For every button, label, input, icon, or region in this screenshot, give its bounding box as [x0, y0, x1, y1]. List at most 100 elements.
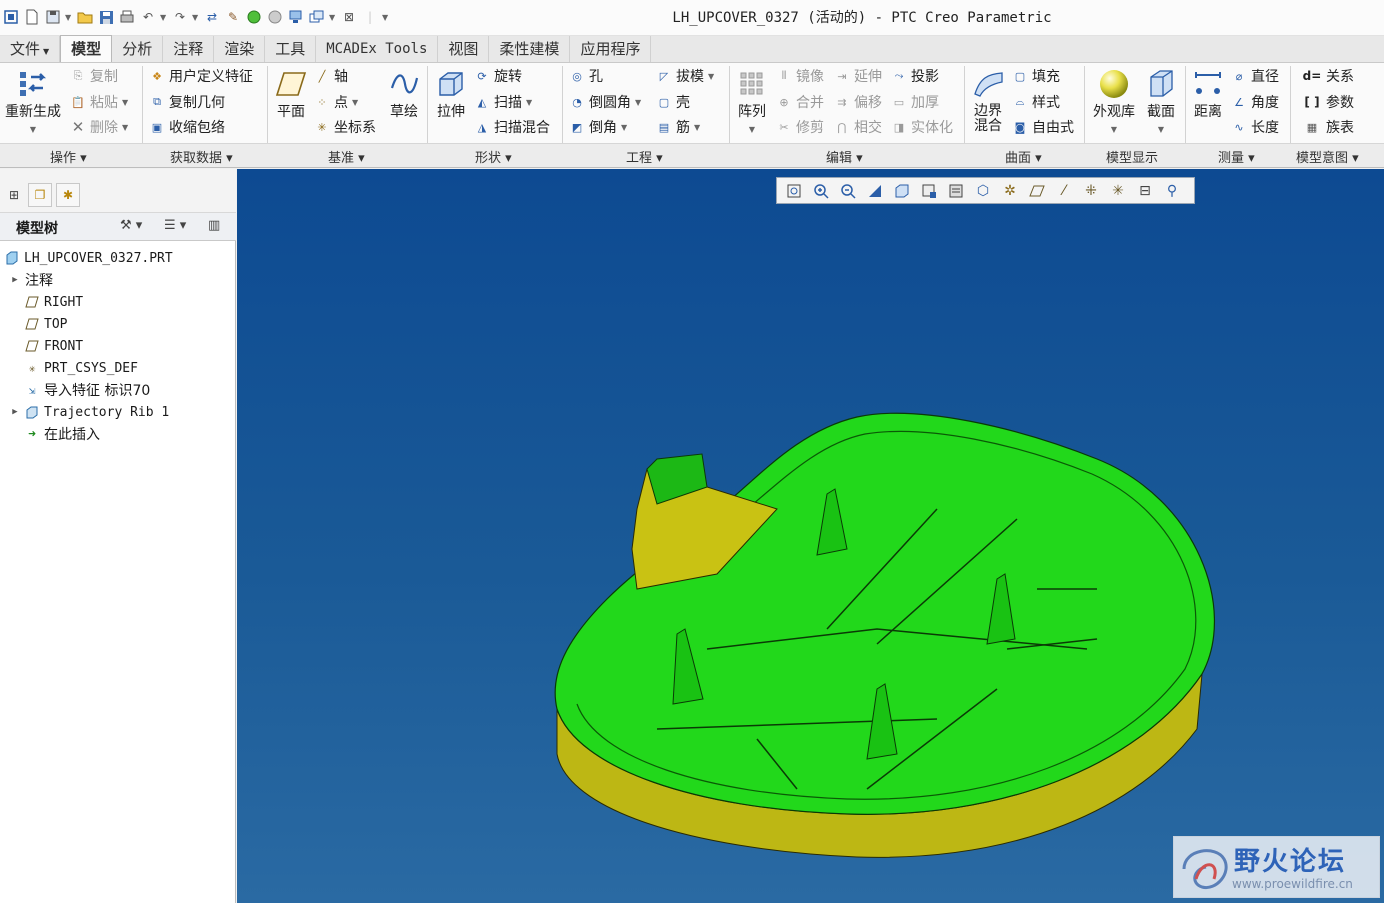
boundary-blend-button[interactable]: 边界 混合: [968, 68, 1008, 134]
view-manager-icon[interactable]: [945, 180, 967, 202]
plane-display-icon[interactable]: [1026, 180, 1048, 202]
expand-arrow-icon[interactable]: ▶: [9, 407, 21, 417]
group-label-surfaces[interactable]: 曲面 ▾: [1005, 147, 1042, 166]
shrinkwrap-button[interactable]: ▣ 收缩包络: [149, 116, 225, 138]
tree-item-insert-here[interactable]: ➜ 在此插入: [0, 423, 100, 445]
offset-button[interactable]: ⇉ 偏移: [834, 91, 882, 113]
tree-item-import-feature[interactable]: ⇲ 导入特征 标识70: [0, 379, 151, 401]
group-label-editing[interactable]: 编辑 ▾: [826, 147, 863, 166]
round-button[interactable]: ◔ 倒圆角 ▼: [569, 91, 641, 113]
chevron-down-icon[interactable]: ▼: [1111, 121, 1117, 138]
csys-button[interactable]: ✳ 坐标系: [314, 116, 376, 138]
appearance-gallery-button[interactable]: 外观库 ▼: [1090, 68, 1138, 138]
group-label-shapes[interactable]: 形状 ▾: [475, 147, 512, 166]
tree-item-front[interactable]: FRONT: [0, 335, 83, 357]
tab-view[interactable]: 视图: [438, 36, 490, 62]
tree-item-right[interactable]: RIGHT: [0, 291, 83, 313]
parameters-button[interactable]: [ ] 参数: [1302, 91, 1354, 113]
delete-button[interactable]: ✕ 删除 ▼: [70, 116, 128, 138]
tree-item-part[interactable]: LH_UPCOVER_0327.PRT: [0, 247, 173, 269]
part-model-3d-view[interactable]: [237, 169, 1384, 903]
tab-flexible-modeling[interactable]: 柔性建模: [489, 36, 571, 62]
freestyle-button[interactable]: ◙ 自由式: [1012, 116, 1074, 138]
draft-button[interactable]: ◸ 拔模 ▼: [656, 65, 714, 87]
shell-button[interactable]: ▢ 壳: [656, 91, 690, 113]
tab-analysis[interactable]: 分析: [112, 36, 164, 62]
tab-file[interactable]: 文件 ▼: [0, 36, 61, 62]
tree-item-annotations[interactable]: ▶ 注释: [0, 269, 53, 291]
tree-settings-icon[interactable]: ⚒ ▾: [120, 218, 142, 233]
regenerate-button[interactable]: 重新生成 ▼: [2, 68, 64, 138]
spin-center-icon[interactable]: ⚲: [1161, 180, 1183, 202]
copy-button[interactable]: ⎘ 复制: [70, 65, 118, 87]
chevron-down-icon[interactable]: ▼: [749, 121, 755, 138]
folder-browser-tab-icon[interactable]: ❐: [28, 183, 52, 207]
udf-button[interactable]: ❖ 用户定义特征: [149, 65, 253, 87]
paste-button[interactable]: 📋 粘贴 ▼: [70, 91, 128, 113]
tree-item-csys[interactable]: ✳ PRT_CSYS_DEF: [0, 357, 138, 379]
intersect-button[interactable]: ⋂ 相交: [834, 116, 882, 138]
family-table-button[interactable]: ▦ 族表: [1302, 116, 1354, 138]
swept-blend-button[interactable]: ◮ 扫描混合: [474, 116, 550, 138]
relations-button[interactable]: d= 关系: [1302, 65, 1354, 87]
pattern-button[interactable]: 阵列 ▼: [734, 68, 770, 138]
tab-tools[interactable]: 工具: [265, 36, 317, 62]
solidify-button[interactable]: ◨ 实体化: [891, 116, 953, 138]
tree-item-trajectory-rib[interactable]: ▶ Trajectory Rib 1: [0, 401, 169, 423]
thicken-button[interactable]: ▭ 加厚: [891, 91, 939, 113]
merge-button[interactable]: ⊕ 合并: [776, 91, 824, 113]
trim-button[interactable]: ✂ 修剪: [776, 116, 824, 138]
fill-button[interactable]: ▢ 填充: [1012, 65, 1060, 87]
chevron-down-icon[interactable]: ▼: [30, 121, 36, 138]
zoom-in-icon[interactable]: [810, 180, 832, 202]
tree-show-icon[interactable]: ☰ ▾: [164, 218, 186, 233]
annotation-display-icon[interactable]: ⊟: [1134, 180, 1156, 202]
chamfer-button[interactable]: ◩ 倒角 ▼: [569, 116, 627, 138]
display-style-icon[interactable]: [891, 180, 913, 202]
model-tree-tab-icon[interactable]: ⊞: [2, 183, 26, 207]
group-label-engineering[interactable]: 工程 ▾: [626, 147, 663, 166]
tab-mcadex-tools[interactable]: MCADEx Tools: [316, 36, 439, 62]
axis-display-icon[interactable]: ⁄: [1053, 180, 1075, 202]
group-label-get-data[interactable]: 获取数据 ▾: [170, 147, 233, 166]
angle-button[interactable]: ∠ 角度: [1231, 91, 1279, 113]
expand-arrow-icon[interactable]: ▶: [9, 275, 21, 285]
repaint-icon[interactable]: [864, 180, 886, 202]
chevron-down-icon[interactable]: ▼: [1158, 121, 1164, 138]
style-button[interactable]: ⌓ 样式: [1012, 91, 1060, 113]
tree-item-top[interactable]: TOP: [0, 313, 67, 335]
project-button[interactable]: ⤳ 投影: [891, 65, 939, 87]
revolve-button[interactable]: ⟳ 旋转: [474, 65, 522, 87]
sweep-button[interactable]: ◭ 扫描 ▼: [474, 91, 532, 113]
tab-annotate[interactable]: 注释: [163, 36, 215, 62]
csys-display-icon[interactable]: ✳: [1107, 180, 1129, 202]
point-display-icon[interactable]: ⁜: [1080, 180, 1102, 202]
refit-icon[interactable]: [783, 180, 805, 202]
group-label-measure[interactable]: 测量 ▾: [1218, 147, 1255, 166]
section-button[interactable]: 截面 ▼: [1142, 68, 1180, 138]
perspective-icon[interactable]: ⬡: [972, 180, 994, 202]
extend-button[interactable]: ⇥ 延伸: [834, 65, 882, 87]
copy-geometry-button[interactable]: ⧉ 复制几何: [149, 91, 225, 113]
tab-applications[interactable]: 应用程序: [570, 36, 652, 62]
favorites-tab-icon[interactable]: ✱: [56, 183, 80, 207]
group-label-datum[interactable]: 基准 ▾: [328, 147, 365, 166]
axis-button[interactable]: ╱ 轴: [314, 65, 348, 87]
tab-model[interactable]: 模型: [60, 35, 113, 62]
group-label-model-intent[interactable]: 模型意图 ▾: [1296, 147, 1359, 166]
plane-button[interactable]: 平面: [272, 68, 310, 121]
datum-display-filters-icon[interactable]: ✲: [999, 180, 1021, 202]
diameter-button[interactable]: ⌀ 直径: [1231, 65, 1279, 87]
group-label-operations[interactable]: 操作 ▾: [50, 147, 87, 166]
tab-render[interactable]: 渲染: [214, 36, 266, 62]
mirror-button[interactable]: ⫴ 镜像: [776, 65, 824, 87]
zoom-out-icon[interactable]: [837, 180, 859, 202]
distance-button[interactable]: 距离: [1189, 68, 1227, 121]
extrude-button[interactable]: 拉伸: [432, 68, 470, 121]
hole-button[interactable]: ◎ 孔: [569, 65, 603, 87]
length-button[interactable]: ∿ 长度: [1231, 116, 1279, 138]
saved-orientations-icon[interactable]: [918, 180, 940, 202]
sketch-button[interactable]: 草绘: [386, 68, 422, 121]
rib-button[interactable]: ▤ 筋 ▼: [656, 116, 700, 138]
tree-columns-icon[interactable]: ▥: [208, 218, 220, 233]
